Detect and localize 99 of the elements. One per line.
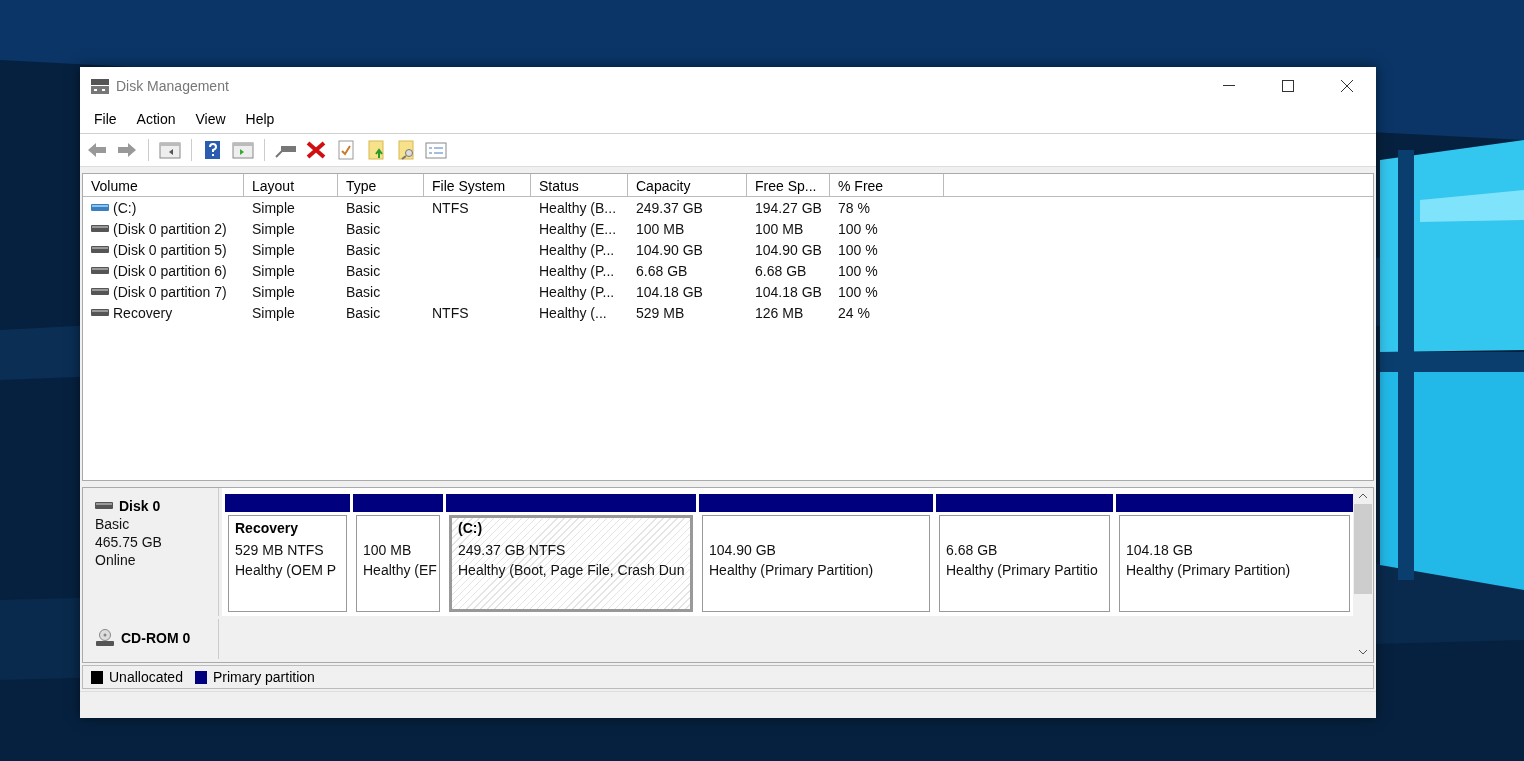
- partition-block[interactable]: 104.90 GB Healthy (Primary Partition): [702, 515, 930, 612]
- partition-size: 104.18 GB: [1126, 541, 1194, 560]
- table-cell: Recovery: [113, 304, 173, 321]
- partition-block[interactable]: 104.18 GB Healthy (Primary Partition): [1119, 515, 1350, 612]
- partition-block[interactable]: 6.68 GB Healthy (Primary Partitio: [939, 515, 1110, 612]
- table-cell: 529 MB: [636, 304, 685, 321]
- disk-name: CD-ROM 0: [121, 630, 191, 646]
- partition-status: Healthy (Boot, Page File, Crash Dun: [458, 561, 686, 580]
- table-cell: Basic: [346, 199, 381, 216]
- column-header[interactable]: Free Sp...: [747, 174, 830, 196]
- table-cell: Basic: [346, 241, 381, 258]
- table-cell: NTFS: [432, 304, 469, 321]
- drive-icon: [91, 244, 109, 255]
- drive-icon: [91, 307, 109, 318]
- partition-size: 249.37 GB NTFS: [458, 541, 567, 560]
- minimize-icon: [1222, 84, 1235, 87]
- column-header[interactable]: Volume: [83, 174, 244, 196]
- partition-size: 104.90 GB: [709, 541, 777, 560]
- table-cell: 100 %: [838, 241, 878, 258]
- disk-info: Online: [95, 552, 137, 568]
- table-cell: Healthy (P...: [539, 241, 615, 258]
- column-header[interactable]: Layout: [244, 174, 338, 196]
- drive-icon: [91, 286, 109, 297]
- drive-icon: [95, 501, 113, 511]
- table-cell: 126 MB: [755, 304, 804, 321]
- menu-item[interactable]: File: [84, 110, 127, 127]
- table-cell: Simple: [252, 283, 295, 300]
- menu-item[interactable]: Help: [235, 110, 285, 127]
- menu-item[interactable]: View: [185, 110, 236, 127]
- column-header[interactable]: Capacity: [628, 174, 747, 196]
- table-cell: Simple: [252, 220, 295, 237]
- column-header[interactable]: % Free: [830, 174, 944, 196]
- table-cell: (Disk 0 partition 7): [113, 283, 227, 300]
- table-cell: Basic: [346, 262, 381, 279]
- table-cell: 104.90 GB: [755, 241, 822, 258]
- table-cell: (Disk 0 partition 2): [113, 220, 227, 237]
- legend-label: Unallocated: [109, 669, 183, 685]
- table-cell: Basic: [346, 283, 381, 300]
- scroll-up-icon[interactable]: [1358, 492, 1368, 500]
- table-cell: Simple: [252, 262, 295, 279]
- table-cell: (Disk 0 partition 6): [113, 262, 227, 279]
- partition-size: 100 MB: [363, 541, 413, 560]
- table-cell: 100 MB: [755, 220, 804, 237]
- table-cell: 104.18 GB: [636, 283, 703, 300]
- table-cell: Healthy (E...: [539, 220, 617, 237]
- table-cell: 104.18 GB: [755, 283, 822, 300]
- scrollbar[interactable]: [1353, 488, 1373, 662]
- table-cell: (Disk 0 partition 5): [113, 241, 227, 258]
- table-cell: 249.37 GB: [636, 199, 703, 216]
- cd-drive-icon: [95, 629, 115, 647]
- table-cell: Basic: [346, 220, 381, 237]
- partition-name: (C:): [458, 520, 483, 536]
- table-cell: 78 %: [838, 199, 870, 216]
- table-cell: NTFS: [432, 199, 469, 216]
- partition-status: Healthy (Primary Partition): [709, 561, 875, 580]
- window-title: Disk Management: [116, 77, 229, 94]
- table-cell: 100 %: [838, 262, 878, 279]
- partition-size: 6.68 GB: [946, 541, 999, 560]
- table-cell: Simple: [252, 199, 295, 216]
- partition-block[interactable]: 100 MB Healthy (EF: [356, 515, 440, 612]
- disk-info: Basic: [95, 516, 131, 532]
- table-cell: Healthy (P...: [539, 283, 615, 300]
- column-header[interactable]: Type: [338, 174, 424, 196]
- table-cell: Healthy (...: [539, 304, 607, 321]
- table-cell: Simple: [252, 304, 295, 321]
- partition-status: Healthy (EF: [363, 561, 435, 580]
- table-cell: 100 %: [838, 220, 878, 237]
- partition-size: 529 MB NTFS: [235, 541, 325, 560]
- partition-block[interactable]: (C:) 249.37 GB NTFS Healthy (Boot, Page File, Crash Dun: [449, 515, 693, 612]
- partition-status: Healthy (OEM P: [235, 561, 338, 580]
- table-cell: 194.27 GB: [755, 199, 822, 216]
- table-cell: 6.68 GB: [636, 262, 688, 279]
- partition-block[interactable]: Recovery 529 MB NTFS Healthy (OEM P: [228, 515, 347, 612]
- legend-label: Primary partition: [212, 669, 315, 685]
- scroll-down-icon[interactable]: [1358, 648, 1368, 656]
- maximize-icon: [1281, 79, 1294, 92]
- column-header[interactable]: File System: [424, 174, 531, 196]
- table-cell: 100 MB: [636, 220, 685, 237]
- drive-icon: [91, 223, 109, 234]
- drive-icon: [91, 202, 109, 213]
- table-cell: 24 %: [838, 304, 870, 321]
- table-cell: 6.68 GB: [755, 262, 807, 279]
- partition-status: Healthy (Primary Partitio: [946, 561, 1099, 580]
- partition-status: Healthy (Primary Partition): [1126, 561, 1292, 580]
- table-cell: 100 %: [838, 283, 878, 300]
- app-icon: [90, 76, 110, 95]
- table-cell: 104.90 GB: [636, 241, 703, 258]
- drive-icon: [91, 265, 109, 276]
- table-cell: (C:): [113, 199, 137, 216]
- table-cell: Basic: [346, 304, 381, 321]
- menu-item[interactable]: Action: [126, 110, 186, 127]
- close-icon: [1340, 79, 1353, 92]
- partition-name: Recovery: [235, 520, 299, 536]
- table-cell: Healthy (B...: [539, 199, 617, 216]
- table-cell: Simple: [252, 241, 295, 258]
- disk-info: 465.75 GB: [95, 534, 163, 550]
- disk-name: Disk 0: [119, 498, 161, 514]
- table-cell: Healthy (P...: [539, 262, 615, 279]
- column-header[interactable]: Status: [531, 174, 628, 196]
